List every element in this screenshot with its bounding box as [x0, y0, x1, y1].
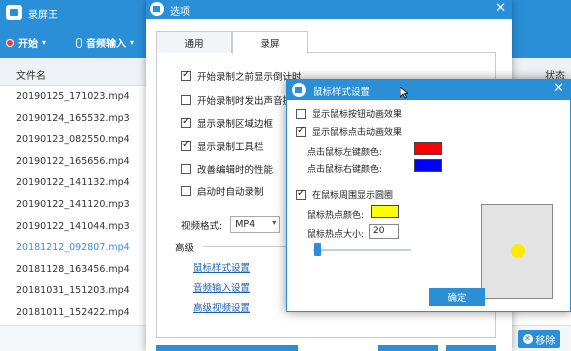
options-title: 选项: [170, 7, 190, 18]
option-edit-performance[interactable]: 改善编辑时的性能: [181, 162, 273, 176]
app-logo-icon: [6, 5, 22, 20]
hotspot-preview-dot: [511, 244, 525, 258]
close-icon[interactable]: ✕: [495, 1, 506, 16]
right-click-color-label: 点击鼠标右键颜色:: [307, 165, 383, 175]
app-title: 录屏王: [28, 10, 58, 21]
option-click-effect[interactable]: 显示鼠标点击动画效果: [296, 125, 402, 138]
option-label: 改善编辑时的性能: [197, 165, 274, 176]
dialog-logo-icon: [292, 83, 306, 97]
option-show-border[interactable]: 显示录制区域边框: [181, 116, 273, 130]
advanced-video-link[interactable]: 高级视频设置: [193, 300, 250, 314]
show-border-checkbox[interactable]: [181, 116, 191, 128]
file-name: 20181128_163456.mp4: [16, 263, 130, 275]
hotspot-color-label: 鼠标热点颜色:: [307, 211, 365, 221]
column-header-filename[interactable]: 文件名: [16, 67, 46, 82]
right-click-color-swatch[interactable]: [414, 159, 442, 172]
click-effect-checkbox[interactable]: [296, 125, 306, 137]
audio-input-settings-link[interactable]: 音频输入设置: [193, 280, 250, 294]
video-format-label: 视频格式:: [181, 220, 223, 232]
chevron-down-icon: ▾: [42, 38, 47, 47]
option-label: 显示录制工具栏: [197, 142, 264, 153]
left-click-color-label: 点击鼠标左键颜色:: [307, 148, 383, 158]
file-name: 20181212_092807.mp4: [16, 242, 130, 254]
chevron-down-icon: ▾: [130, 38, 135, 47]
option-countdown[interactable]: 开始录制之前显示倒计时: [181, 69, 302, 83]
tab-recording[interactable]: 录屏: [232, 31, 308, 54]
close-icon[interactable]: ✕: [553, 81, 564, 96]
slider-handle[interactable]: [314, 243, 321, 256]
option-label: 显示录制区域边框: [197, 119, 274, 130]
options-footer: [156, 345, 496, 351]
footer-button[interactable]: [378, 345, 438, 351]
left-click-color-swatch[interactable]: [414, 142, 442, 155]
chevron-down-icon: ▾: [272, 218, 277, 227]
file-name: 20181031_151203.mp4: [16, 285, 130, 297]
hotspot-size-slider[interactable]: [313, 249, 411, 251]
file-name: 20190123_082550.mp4: [16, 134, 130, 146]
remove-button[interactable]: ✕ 移除: [518, 330, 560, 348]
option-move-effect[interactable]: 显示鼠标按钮动画效果: [296, 107, 402, 120]
microphone-icon: [76, 37, 82, 48]
option-auto-record[interactable]: 启动时自动录制: [181, 184, 264, 198]
divider: [203, 246, 293, 247]
option-label: 在鼠标周围显示圆圈: [312, 191, 394, 201]
video-format-value: MP4: [235, 219, 256, 230]
file-name: 20190124_165532.mp3: [16, 112, 130, 124]
dialog-logo-icon: [150, 2, 164, 16]
audio-input-button[interactable]: 音频输入 ▾: [76, 35, 134, 50]
edit-performance-checkbox[interactable]: [181, 164, 191, 174]
options-titlebar: 选项 ✕: [146, 0, 512, 19]
video-format-row: 视频格式: MP4 ▾: [181, 216, 281, 233]
video-format-select[interactable]: MP4 ▾: [230, 216, 281, 233]
option-show-circle[interactable]: 在鼠标周围显示圆圈: [296, 188, 393, 201]
mouse-style-dialog: 鼠标样式设置 ✕ 显示鼠标按钮动画效果 显示鼠标点击动画效果 点击鼠标左键颜色:…: [286, 79, 571, 312]
show-circle-checkbox[interactable]: [296, 188, 306, 200]
start-label: 开始: [18, 39, 38, 50]
option-label: 显示鼠标按钮动画效果: [312, 110, 403, 120]
audio-input-label: 音频输入: [86, 39, 126, 50]
file-name: 20190122_141132.mp4: [16, 177, 130, 189]
advanced-label: 高级: [175, 243, 195, 254]
remove-label: 移除: [535, 335, 556, 347]
file-name: 20190122_165656.mp4: [16, 155, 130, 167]
file-name: 20190122_141120.mp3: [16, 198, 130, 210]
mouse-dialog-title: 鼠标样式设置: [313, 87, 371, 98]
file-name: 20181011_152422.mp4: [16, 306, 130, 318]
option-label: 显示鼠标点击动画效果: [312, 128, 403, 138]
hotspot-color-swatch[interactable]: [371, 205, 399, 218]
sound-prompt-checkbox[interactable]: [181, 95, 191, 105]
footer-button[interactable]: [446, 345, 496, 351]
start-record-button[interactable]: 开始 ▾: [6, 35, 46, 50]
footer-button[interactable]: [156, 345, 298, 351]
hotspot-size-input[interactable]: 20: [369, 224, 399, 239]
ok-button[interactable]: 确定: [429, 288, 485, 306]
option-show-toolbar[interactable]: 显示录制工具栏: [181, 139, 264, 153]
file-name: 20190122_141044.mp3: [16, 220, 130, 232]
tab-general[interactable]: 通用: [156, 31, 232, 53]
advanced-group: 高级 鼠标样式设置 音频输入设置 高级视频设置: [175, 240, 295, 324]
remove-icon: ✕: [522, 334, 533, 344]
record-dot-icon: [6, 38, 14, 47]
mouse-dialog-titlebar: 鼠标样式设置 ✕: [287, 80, 570, 100]
hotspot-size-label: 鼠标热点大小:: [307, 230, 365, 240]
option-label: 启动时自动录制: [197, 187, 264, 198]
options-tabs: 通用 录屏: [156, 31, 496, 54]
cursor-preview: [481, 204, 553, 299]
option-sound-prompt[interactable]: 开始录制时发出声音提示: [181, 93, 302, 107]
auto-record-checkbox[interactable]: [181, 186, 191, 196]
show-toolbar-checkbox[interactable]: [181, 139, 191, 151]
file-name: 20190125_171023.mp4: [16, 91, 130, 102]
move-effect-checkbox[interactable]: [296, 108, 306, 119]
mouse-style-link[interactable]: 鼠标样式设置: [193, 260, 250, 274]
countdown-checkbox[interactable]: [181, 69, 191, 81]
mouse-pointer-icon: [400, 87, 408, 99]
